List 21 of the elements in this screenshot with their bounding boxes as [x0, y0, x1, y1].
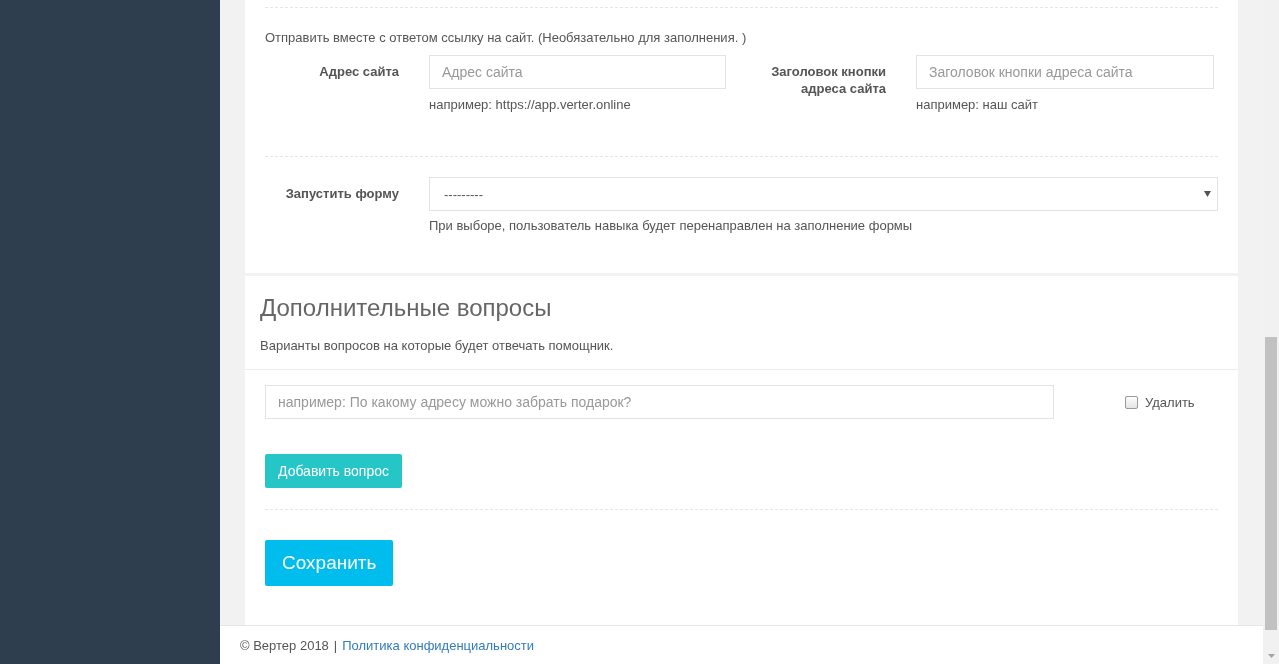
text-field[interactable]: Адрес сайта	[429, 55, 726, 89]
section-title: Дополнительные вопросы	[260, 294, 553, 322]
text-field[interactable]: например: По какому адресу можно забрать подарок?	[265, 385, 1054, 419]
separator-text: |	[333, 637, 338, 653]
field-hint: например: наш сайт	[916, 97, 1039, 112]
field-label: Заголовок кнопки адреса сайта	[770, 63, 886, 97]
checkbox-label: Удалить	[1145, 394, 1195, 410]
scrollbar[interactable]	[1263, 0, 1279, 664]
checkbox[interactable]	[1125, 395, 1138, 409]
form-select[interactable]: ---------	[429, 177, 1218, 211]
section-subtitle: Варианты вопросов на которые будет отвечать помощник.	[260, 338, 615, 353]
section-note: Отправить вместе с ответом ссылку на сайт. (Необязательно для заполнения. )	[265, 30, 748, 45]
text-field[interactable]: Заголовок кнопки адреса сайта	[916, 55, 1214, 89]
field-label: Запустить форму	[284, 185, 399, 203]
field-label: Адрес сайта	[318, 63, 399, 80]
field-hint: При выборе, пользователь навыка будет перенаправлен на заполнение формы	[429, 218, 914, 233]
scroll-down-icon[interactable]	[1267, 654, 1275, 658]
caret-icon	[1204, 191, 1211, 197]
privacy-link[interactable]: Политика конфиденциальности	[342, 637, 535, 653]
copyright-text: © Вертер 2018	[240, 637, 329, 653]
field-hint: например: https://app.verter.online	[429, 97, 632, 112]
